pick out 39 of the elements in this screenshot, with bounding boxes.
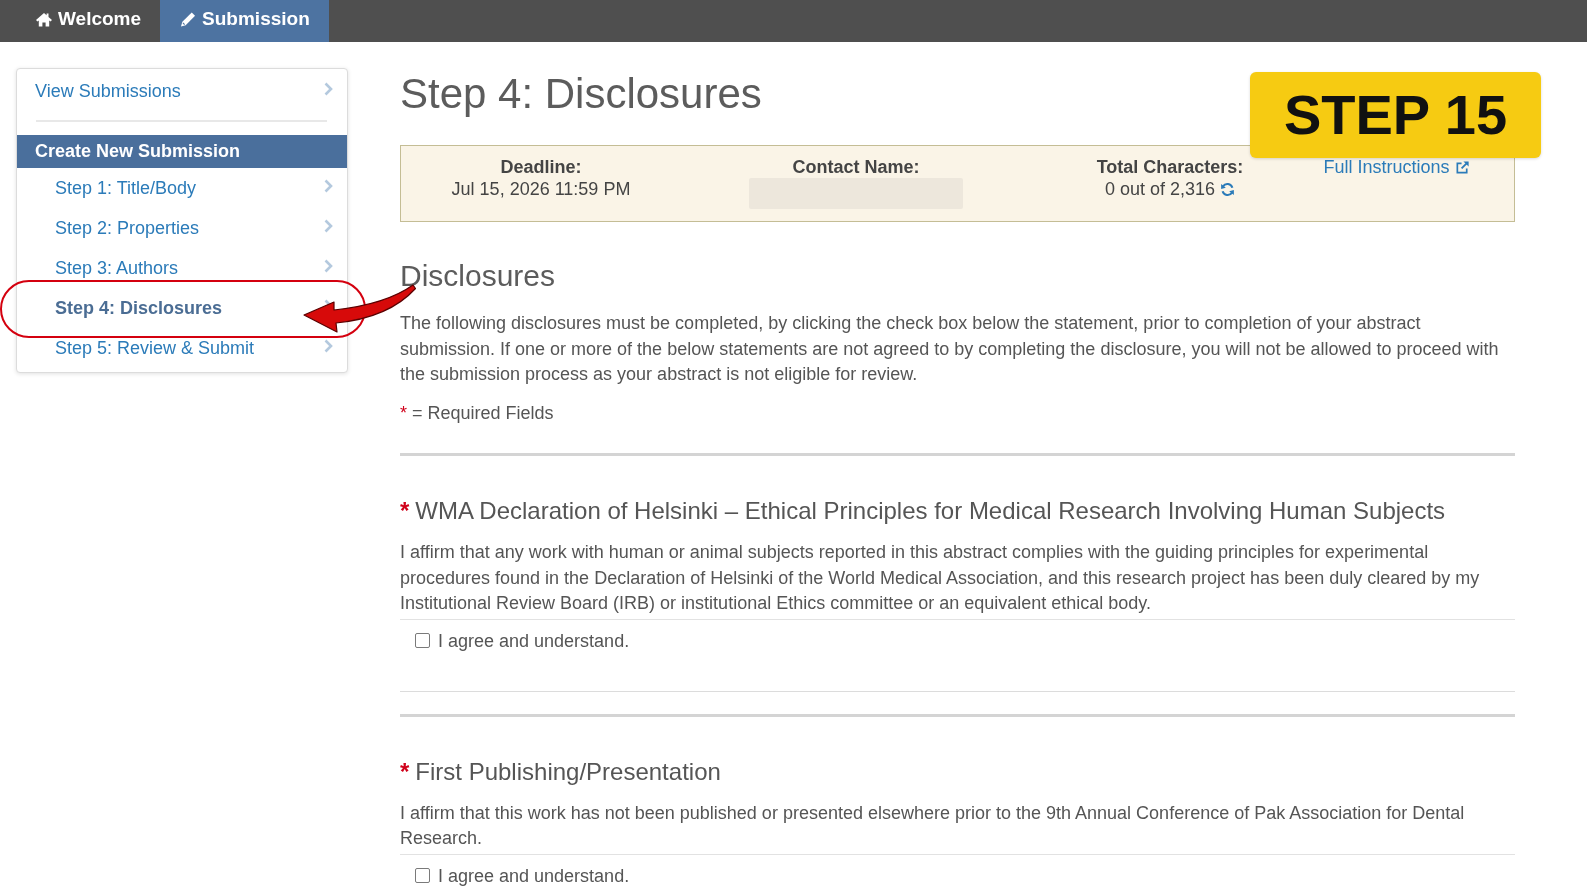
checkbox-label: I agree and understand. — [438, 630, 630, 651]
chevron-right-icon — [324, 259, 333, 273]
home-icon — [36, 11, 52, 27]
sidebar-step-link[interactable]: Step 1: Title/Body — [17, 168, 347, 208]
info-label: Deadline: — [500, 156, 582, 178]
sidebar-step-link[interactable]: Step 3: Authors — [17, 248, 347, 288]
nav-tab[interactable]: Submission — [160, 0, 329, 42]
page-title: Step 4: Disclosures — [400, 69, 762, 119]
info-value: 0 out of 2,316 — [1104, 178, 1216, 200]
disclosure-statement: I affirm that any work with human or animal subjects reported in this abstract complies with the guiding principles for experimental procedures found in the Declaration of Helsinki of the World Medical Association, and this research project has been duly cleared by my Institutional Review Board (IRB) or institutional Ethics committee or an equivalent ethical body. — [400, 541, 1481, 615]
required-mark: * — [400, 496, 410, 526]
required-mark: * — [400, 756, 410, 787]
checkbox[interactable] — [415, 868, 430, 883]
chevron-right-icon — [324, 179, 333, 193]
sidebar-step-link[interactable]: Step 2: Properties — [17, 208, 347, 248]
info-value: Jul 15, 2026 11:59 PM — [451, 178, 631, 200]
sidebar-link[interactable]: View Submissions — [17, 69, 347, 113]
disclosure-statement: I affirm that this work has not been published or presented elsewhere prior to the 9th Annual Conference of Pak Association for Dental Research. — [400, 801, 1466, 850]
intro-paragraph: The following disclosures must be completed, by clicking the check box below the statement, prior to completion of your abstract submission. If one or more of the below statements are not agreed to by completing the disclosure, you will not be allowed to proceed with the submission process as your abstract is not eligible for review. — [400, 312, 1500, 386]
info-label: Contact Name: — [792, 156, 920, 178]
chevron-right-icon — [324, 219, 333, 233]
disclosure-title: First Publishing/Presentation — [415, 756, 721, 787]
chevron-right-icon — [324, 339, 333, 353]
required-mark: * — [400, 401, 407, 425]
sidebar-group-header: Create New Submission — [17, 135, 347, 168]
sidebar-step-link[interactable]: Step 5: Review & Submit — [17, 328, 347, 368]
instructions-link[interactable]: Full Instructions — [1323, 156, 1470, 178]
external-link-icon — [1454, 159, 1470, 175]
nav-tab[interactable]: Welcome — [16, 0, 161, 42]
section-heading: Disclosures — [400, 258, 557, 294]
required-fields-note: = Required Fields — [412, 401, 554, 425]
checkbox-label: I agree and understand. — [438, 865, 630, 886]
step-badge: STEP 15 — [1250, 72, 1541, 158]
checkbox[interactable] — [415, 633, 430, 648]
disclosure-title: WMA Declaration of Helsinki – Ethical Principles for Medical Research Involving Human Subjects — [415, 496, 1446, 526]
refresh-icon[interactable] — [1220, 181, 1236, 197]
chevron-right-icon — [324, 82, 333, 96]
pencil-icon — [180, 11, 197, 27]
info-label: Total Characters: — [1096, 156, 1244, 178]
